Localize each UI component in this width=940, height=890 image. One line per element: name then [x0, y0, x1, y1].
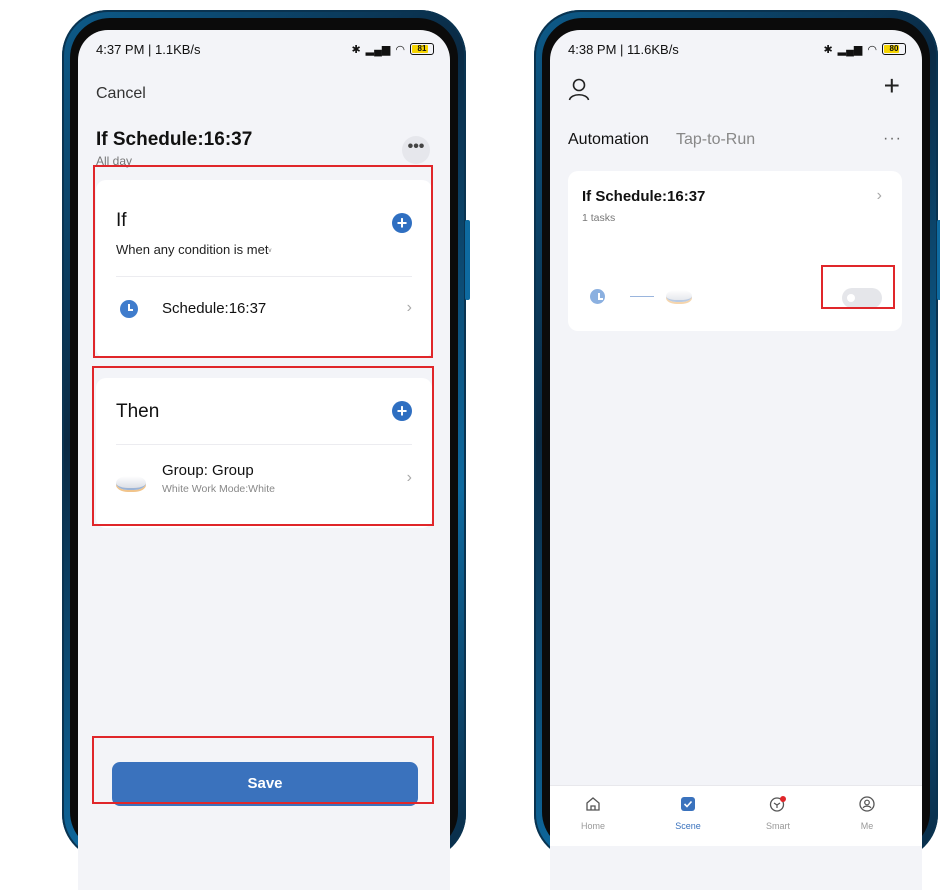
highlight-box-save — [92, 736, 434, 804]
tab-scene[interactable]: Scene — [653, 796, 723, 831]
more-options-button[interactable]: ··· — [883, 130, 902, 148]
side-button — [465, 220, 470, 300]
arrow-icon — [630, 296, 654, 297]
tab-label: Me — [860, 821, 874, 831]
user-circle-icon — [859, 796, 875, 812]
highlight-box-if — [93, 165, 433, 358]
add-scene-button[interactable]: + — [884, 70, 900, 102]
bottom-tab-bar: Home Scene Smart Me — [550, 785, 922, 846]
smart-cube-icon — [769, 796, 786, 812]
battery-icon: 81 — [410, 43, 434, 55]
highlight-box-then — [92, 366, 434, 526]
right-screen: 4:38 PM | 11.6KB/s ✱ ▂▄▆ ◠ 80 + Automati… — [550, 30, 922, 890]
tab-tap-to-run[interactable]: Tap-to-Run — [676, 131, 755, 149]
scene-check-icon — [681, 797, 695, 811]
more-options-button[interactable]: ••• — [402, 136, 430, 164]
left-phone: 4:37 PM | 1.1KB/s ✱ ▂▄▆ ◠ 81 Cancel If S… — [62, 10, 470, 890]
bluetooth-icon: ✱ — [351, 43, 361, 56]
clock-icon — [590, 289, 605, 304]
wifi-icon: ◠ — [867, 43, 877, 56]
automation-title: If Schedule:16:37 — [582, 188, 706, 205]
tab-smart[interactable]: Smart — [743, 796, 813, 831]
status-bar: 4:38 PM | 11.6KB/s ✱ ▂▄▆ ◠ 80 — [568, 39, 906, 59]
home-icon — [586, 797, 600, 811]
wifi-icon: ◠ — [395, 43, 405, 56]
tab-label: Scene — [675, 821, 701, 831]
scene-title: If Schedule:16:37 — [96, 129, 253, 150]
highlight-box-toggle — [821, 265, 895, 309]
status-time: 4:38 PM | 11.6KB/s — [568, 41, 679, 57]
automation-subtitle: 1 tasks — [582, 212, 616, 224]
tab-label: Home — [580, 821, 605, 831]
status-time: 4:37 PM | 1.1KB/s — [96, 41, 201, 57]
tab-home[interactable]: Home — [558, 796, 628, 831]
status-icons: ✱ ▂▄▆ ◠ 81 — [351, 43, 434, 56]
status-bar: 4:37 PM | 1.1KB/s ✱ ▂▄▆ ◠ 81 — [96, 39, 434, 59]
chevron-right-icon: › — [876, 187, 882, 204]
bluetooth-icon: ✱ — [823, 43, 833, 56]
battery-icon: 80 — [882, 43, 906, 55]
profile-icon[interactable] — [568, 78, 590, 102]
tab-automation[interactable]: Automation — [568, 131, 649, 149]
signal-icon: ▂▄▆ — [365, 43, 391, 56]
signal-icon: ▂▄▆ — [837, 43, 863, 56]
right-phone: 4:38 PM | 11.6KB/s ✱ ▂▄▆ ◠ 80 + Automati… — [534, 10, 940, 890]
ceiling-light-icon — [666, 290, 692, 302]
status-icons: ✱ ▂▄▆ ◠ 80 — [823, 43, 906, 56]
cancel-button[interactable]: Cancel — [96, 85, 146, 103]
tab-label: Smart — [765, 821, 790, 831]
tab-me[interactable]: Me — [832, 796, 902, 831]
